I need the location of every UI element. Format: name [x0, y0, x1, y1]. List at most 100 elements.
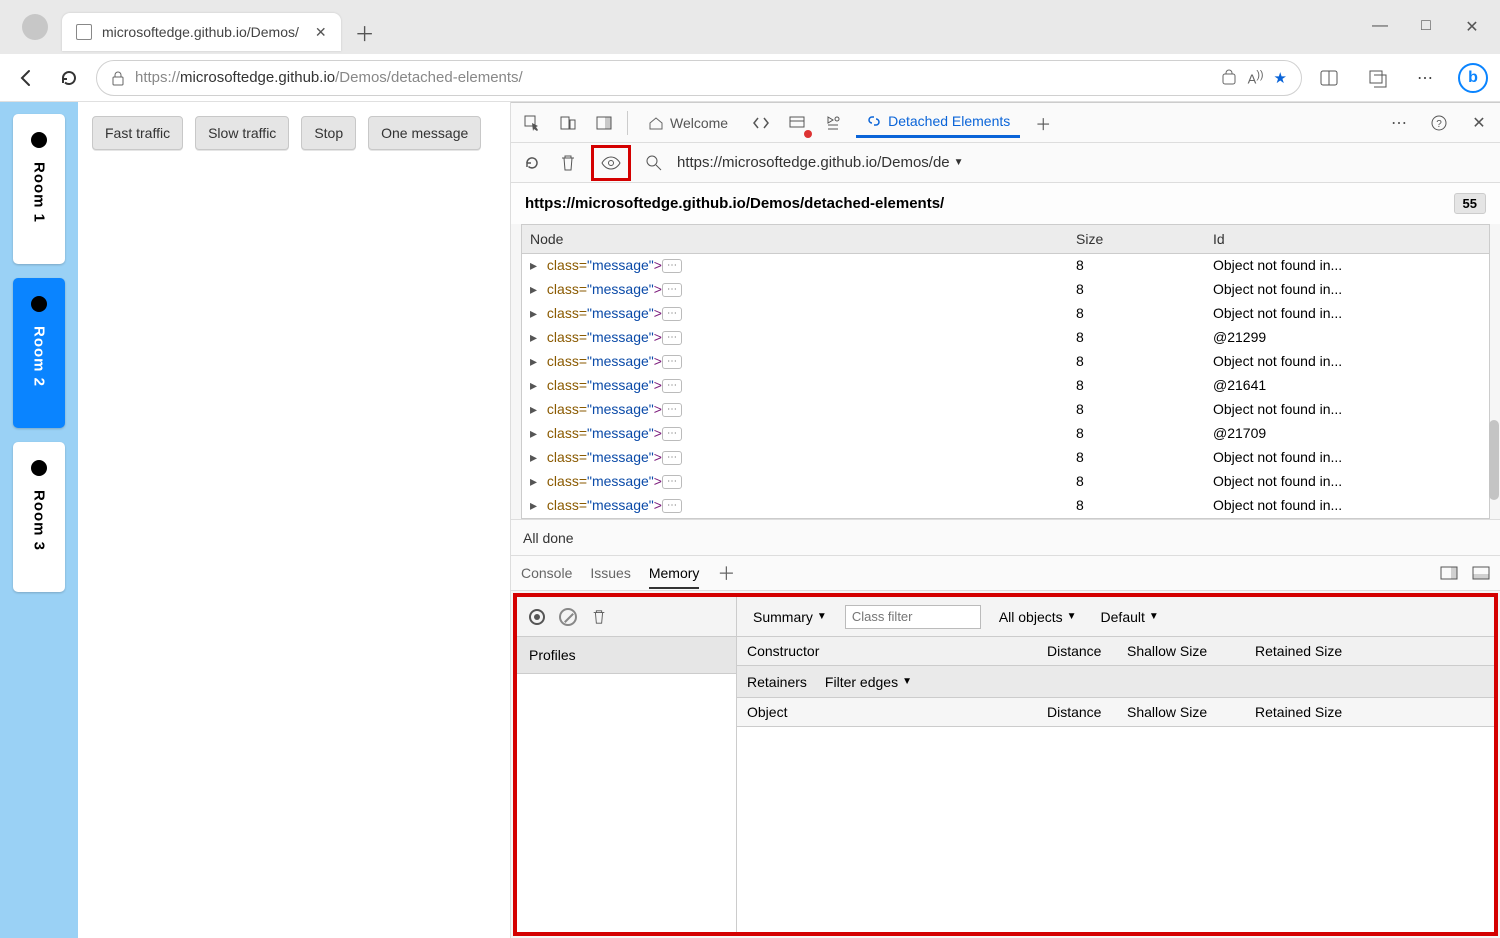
address-bar[interactable]: https://microsoftedge.github.io/Demos/de…: [96, 60, 1302, 96]
table-row[interactable]: ▸ class="message">⋯8Object not found in.…: [522, 446, 1489, 470]
room-label: Room 3: [31, 490, 48, 551]
collections-icon[interactable]: [1362, 63, 1392, 93]
size-cell: 8: [1068, 278, 1205, 302]
refresh-icon[interactable]: [519, 150, 545, 176]
col-node[interactable]: Node: [522, 225, 1068, 253]
objects-filter[interactable]: All objects ▼: [993, 607, 1083, 627]
delete-icon[interactable]: [555, 150, 581, 176]
profile-avatar[interactable]: [22, 14, 48, 40]
id-cell: @21299: [1205, 326, 1489, 350]
retainers-filter[interactable]: Default ▼: [1095, 607, 1165, 627]
table-row[interactable]: ▸ class="message">⋯8Object not found in.…: [522, 278, 1489, 302]
col-retained-size[interactable]: Retained Size: [1245, 637, 1494, 665]
profiles-sidebar: Profiles: [517, 597, 737, 932]
minimize-icon[interactable]: —: [1370, 17, 1390, 37]
table-row[interactable]: ▸ class="message">⋯8Object not found in.…: [522, 470, 1489, 494]
devtools-pane: Welcome Detached Elements ＋ ⋯ ? ✕: [511, 102, 1500, 938]
room-1-button[interactable]: Room 1: [13, 114, 65, 264]
clear-icon[interactable]: [559, 608, 577, 626]
col-distance2[interactable]: Distance: [1037, 698, 1117, 726]
col-shallow-size2[interactable]: Shallow Size: [1117, 698, 1245, 726]
maximize-icon[interactable]: □: [1416, 17, 1436, 37]
col-object[interactable]: Object: [737, 698, 1037, 726]
node-cell: ▸ class="message">⋯: [522, 422, 1068, 446]
sources-icon[interactable]: [820, 110, 846, 136]
count-badge: 55: [1454, 193, 1486, 214]
back-button[interactable]: [12, 63, 42, 93]
shopping-icon[interactable]: [1220, 69, 1238, 87]
origin-selector[interactable]: https://microsoftedge.github.io/Demos/de…: [677, 154, 964, 171]
node-cell: ▸ class="message">⋯: [522, 302, 1068, 326]
slow-traffic-button[interactable]: Slow traffic: [195, 116, 289, 150]
inspect-icon[interactable]: [519, 110, 545, 136]
refresh-button[interactable]: [54, 63, 84, 93]
table-row[interactable]: ▸ class="message">⋯8Object not found in.…: [522, 350, 1489, 374]
col-retained-size2[interactable]: Retained Size: [1245, 698, 1494, 726]
split-screen-icon[interactable]: [1314, 63, 1344, 93]
table-row[interactable]: ▸ class="message">⋯8@21641: [522, 374, 1489, 398]
elements-icon[interactable]: [748, 110, 774, 136]
room-2-button[interactable]: Room 2: [13, 278, 65, 428]
close-devtools-icon[interactable]: ✕: [1466, 110, 1492, 136]
id-cell: @21709: [1205, 422, 1489, 446]
tab-welcome[interactable]: Welcome: [638, 109, 738, 137]
read-aloud-icon[interactable]: A)): [1248, 69, 1264, 87]
tab-title: microsoftedge.github.io/Demos/: [102, 24, 299, 40]
class-filter-input[interactable]: [845, 605, 981, 629]
id-cell: Object not found in...: [1205, 350, 1489, 374]
table-row[interactable]: ▸ class="message">⋯8@21299: [522, 326, 1489, 350]
col-size[interactable]: Size: [1068, 225, 1205, 253]
table-row[interactable]: ▸ class="message">⋯8Object not found in.…: [522, 494, 1489, 518]
expand-drawer-icon[interactable]: [1472, 566, 1490, 580]
favorite-star-icon[interactable]: ★: [1274, 69, 1287, 87]
close-tab-icon[interactable]: ✕: [315, 24, 327, 41]
stop-button[interactable]: Stop: [301, 116, 356, 150]
tab-detached-elements[interactable]: Detached Elements: [856, 107, 1020, 138]
page-icon: [76, 24, 92, 40]
one-message-button[interactable]: One message: [368, 116, 481, 150]
search-icon[interactable]: [641, 150, 667, 176]
device-icon[interactable]: [555, 110, 581, 136]
node-cell: ▸ class="message">⋯: [522, 254, 1068, 278]
origin-url: https://microsoftedge.github.io/Demos/de…: [525, 195, 944, 212]
id-cell: @21641: [1205, 374, 1489, 398]
help-icon[interactable]: ?: [1426, 110, 1452, 136]
filter-edges-dropdown[interactable]: Filter edges ▼: [819, 672, 918, 692]
tab-issues[interactable]: Issues: [590, 565, 630, 581]
profiles-heading: Profiles: [517, 637, 736, 674]
size-cell: 8: [1068, 398, 1205, 422]
col-constructor[interactable]: Constructor: [737, 637, 1037, 665]
new-tab-button[interactable]: ＋: [349, 16, 381, 48]
tab-console[interactable]: Console: [521, 565, 572, 581]
add-tab-icon[interactable]: ＋: [1030, 110, 1056, 136]
scrollbar-thumb[interactable]: [1489, 420, 1499, 500]
more-tools-icon[interactable]: ⋯: [1386, 110, 1412, 136]
table-row[interactable]: ▸ class="message">⋯8@21709: [522, 422, 1489, 446]
col-shallow-size[interactable]: Shallow Size: [1117, 637, 1245, 665]
browser-tab[interactable]: microsoftedge.github.io/Demos/ ✕: [62, 13, 341, 51]
id-cell: Object not found in...: [1205, 398, 1489, 422]
network-icon[interactable]: [784, 110, 810, 136]
room-3-button[interactable]: Room 3: [13, 442, 65, 592]
eye-icon: [598, 150, 624, 176]
panel-icon[interactable]: [591, 110, 617, 136]
close-window-icon[interactable]: ✕: [1462, 17, 1482, 37]
id-cell: Object not found in...: [1205, 446, 1489, 470]
delete-profile-icon[interactable]: [591, 609, 607, 625]
add-drawer-tab-icon[interactable]: ＋: [717, 560, 735, 586]
fast-traffic-button[interactable]: Fast traffic: [92, 116, 183, 150]
dock-icon[interactable]: [1440, 566, 1458, 580]
view-selector[interactable]: Summary ▼: [747, 607, 833, 627]
table-row[interactable]: ▸ class="message">⋯8Object not found in.…: [522, 398, 1489, 422]
col-id[interactable]: Id: [1205, 225, 1489, 253]
col-distance[interactable]: Distance: [1037, 637, 1117, 665]
more-icon[interactable]: ⋯: [1410, 63, 1440, 93]
analyze-button-highlighted[interactable]: [591, 145, 631, 181]
memory-empty: [737, 727, 1494, 932]
page-pane: Room 1 Room 2 Room 3 Fast traffic Slow t…: [0, 102, 511, 938]
record-icon[interactable]: [529, 609, 545, 625]
table-row[interactable]: ▸ class="message">⋯8Object not found in.…: [522, 254, 1489, 278]
bing-icon[interactable]: b: [1458, 63, 1488, 93]
table-row[interactable]: ▸ class="message">⋯8Object not found in.…: [522, 302, 1489, 326]
tab-memory[interactable]: Memory: [649, 565, 700, 589]
